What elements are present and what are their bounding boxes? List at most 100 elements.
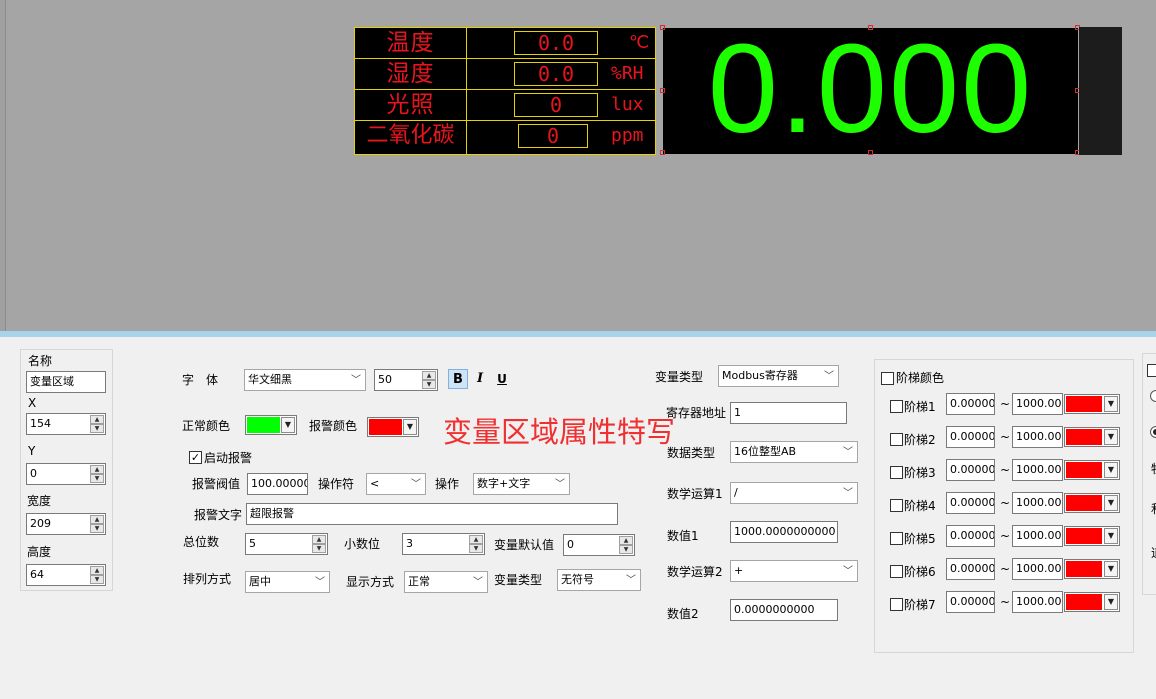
alarm-color-picker[interactable]: ▼ bbox=[367, 417, 419, 437]
resize-handle[interactable] bbox=[868, 150, 873, 155]
normal-color-picker[interactable]: ▼ bbox=[245, 415, 297, 435]
value2-field[interactable]: 0.0000000000 bbox=[730, 599, 838, 621]
display-mode-select[interactable]: 正常 ﹀ bbox=[404, 571, 488, 593]
width-spinbox[interactable]: 209 ▲ ▼ bbox=[26, 513, 106, 535]
ladder-from-field[interactable]: 0.00000 bbox=[946, 393, 995, 415]
ladder-row-checkbox[interactable] bbox=[890, 565, 903, 578]
dropdown-arrow-icon[interactable]: ▼ bbox=[1104, 396, 1118, 412]
spin-down-icon[interactable]: ▼ bbox=[90, 424, 104, 433]
sensor-unit: ppm bbox=[611, 125, 644, 146]
spin-up-icon[interactable]: ▲ bbox=[90, 566, 104, 575]
operator-select[interactable]: < ﹀ bbox=[366, 473, 426, 495]
bold-button[interactable]: B bbox=[448, 369, 468, 389]
spin-up-icon[interactable]: ▲ bbox=[619, 536, 633, 545]
sensor-value: 0 bbox=[514, 93, 598, 117]
default-value-spinbox[interactable]: 0 ▲ ▼ bbox=[563, 534, 635, 556]
underline-button[interactable]: U bbox=[492, 369, 512, 389]
spin-up-icon[interactable]: ▲ bbox=[90, 415, 104, 424]
ladder-row-checkbox[interactable] bbox=[890, 499, 903, 512]
dropdown-arrow-icon[interactable]: ▼ bbox=[1104, 429, 1118, 445]
ladder-to-field[interactable]: 1000.000 bbox=[1012, 591, 1063, 613]
spin-up-icon[interactable]: ▲ bbox=[422, 371, 436, 380]
spin-down-icon[interactable]: ▼ bbox=[619, 545, 633, 554]
spin-up-icon[interactable]: ▲ bbox=[90, 515, 104, 524]
dropdown-arrow-icon[interactable]: ▼ bbox=[281, 417, 295, 433]
ladder-tilde: ~ bbox=[1000, 496, 1011, 510]
ladder-from-field[interactable]: 0.00000 bbox=[946, 591, 995, 613]
ladder-from-field[interactable]: 0.00000 bbox=[946, 492, 995, 514]
resize-handle[interactable] bbox=[660, 88, 665, 93]
total-digits-spinbox[interactable]: 5 ▲ ▼ bbox=[245, 533, 328, 555]
spin-down-icon[interactable]: ▼ bbox=[469, 544, 483, 553]
register-address-field[interactable]: 1 bbox=[730, 402, 847, 424]
radio-option-2[interactable] bbox=[1150, 426, 1156, 438]
dropdown-arrow-icon[interactable]: ▼ bbox=[1104, 561, 1118, 577]
ladder-color-picker[interactable]: ▼ bbox=[1064, 526, 1120, 546]
ladder-row-checkbox[interactable] bbox=[890, 400, 903, 413]
math2-select[interactable]: + ﹀ bbox=[730, 560, 858, 582]
ladder-row-checkbox[interactable] bbox=[890, 466, 903, 479]
dropdown-arrow-icon[interactable]: ▼ bbox=[1104, 495, 1118, 511]
ladder-color-picker[interactable]: ▼ bbox=[1064, 394, 1120, 414]
dropdown-arrow-icon[interactable]: ▼ bbox=[403, 419, 417, 435]
ladder-row-label: 阶梯3 bbox=[904, 466, 936, 480]
ladder-to-field[interactable]: 1000.000 bbox=[1012, 558, 1063, 580]
enable-alarm-checkbox[interactable]: ✓ bbox=[189, 451, 202, 464]
design-canvas[interactable]: 温度 0.0 ℃ 湿度 0.0 %RH 光照 0 lux 二氧化碳 0 ppm … bbox=[0, 0, 1156, 331]
resize-handle[interactable] bbox=[660, 25, 665, 30]
alarm-threshold-field[interactable]: 100.000000 bbox=[247, 473, 308, 495]
font-size-spinbox[interactable]: 50 ▲ ▼ bbox=[374, 369, 438, 391]
name-field[interactable]: 变量区域 bbox=[26, 371, 106, 393]
ladder-to-field[interactable]: 1000.000 bbox=[1012, 393, 1063, 415]
adjacent-widget[interactable] bbox=[1079, 27, 1122, 155]
ladder-color-picker[interactable]: ▼ bbox=[1064, 493, 1120, 513]
y-spinbox[interactable]: 0 ▲ ▼ bbox=[26, 463, 106, 485]
ladder-row-checkbox[interactable] bbox=[890, 532, 903, 545]
dropdown-arrow-icon[interactable]: ▼ bbox=[1104, 528, 1118, 544]
dropdown-arrow-icon[interactable]: ▼ bbox=[1104, 594, 1118, 610]
sensor-table-widget[interactable]: 温度 0.0 ℃ 湿度 0.0 %RH 光照 0 lux 二氧化碳 0 ppm bbox=[354, 27, 656, 155]
dropdown-arrow-icon[interactable]: ▼ bbox=[1104, 462, 1118, 478]
spin-down-icon[interactable]: ▼ bbox=[422, 380, 436, 389]
ladder-color-picker[interactable]: ▼ bbox=[1064, 559, 1120, 579]
action-select[interactable]: 数字+文字 ﹀ bbox=[473, 473, 570, 495]
spin-up-icon[interactable]: ▲ bbox=[312, 535, 326, 544]
ladder-row-checkbox[interactable] bbox=[890, 598, 903, 611]
spin-down-icon[interactable]: ▼ bbox=[90, 524, 104, 533]
font-family-select[interactable]: 华文细黑 ﹀ bbox=[244, 369, 366, 391]
ladder-to-field[interactable]: 1000.000 bbox=[1012, 492, 1063, 514]
math1-select[interactable]: / ﹀ bbox=[730, 482, 858, 504]
spin-down-icon[interactable]: ▼ bbox=[90, 474, 104, 483]
ladder-from-field[interactable]: 0.00000 bbox=[946, 459, 995, 481]
value1-field[interactable]: 1000.0000000000 bbox=[730, 521, 838, 543]
align-select[interactable]: 居中 ﹀ bbox=[245, 571, 330, 593]
var-sign-select[interactable]: 无符号 ﹀ bbox=[557, 569, 641, 591]
variable-area-widget[interactable]: 0.000 bbox=[660, 25, 1080, 155]
ladder-color-picker[interactable]: ▼ bbox=[1064, 460, 1120, 480]
resize-handle[interactable] bbox=[868, 25, 873, 30]
ladder-to-field[interactable]: 1000.000 bbox=[1012, 525, 1063, 547]
resize-handle[interactable] bbox=[660, 150, 665, 155]
spin-up-icon[interactable]: ▲ bbox=[469, 535, 483, 544]
ladder-to-field[interactable]: 1000.000 bbox=[1012, 459, 1063, 481]
decimals-spinbox[interactable]: 3 ▲ ▼ bbox=[402, 533, 485, 555]
x-spinbox[interactable]: 154 ▲ ▼ bbox=[26, 413, 106, 435]
height-spinbox[interactable]: 64 ▲ ▼ bbox=[26, 564, 106, 586]
ladder-row-checkbox[interactable] bbox=[890, 433, 903, 446]
italic-button[interactable]: I bbox=[470, 369, 490, 389]
ladder-from-field[interactable]: 0.00000 bbox=[946, 525, 995, 547]
spin-down-icon[interactable]: ▼ bbox=[90, 575, 104, 584]
spin-up-icon[interactable]: ▲ bbox=[90, 465, 104, 474]
extra-checkbox[interactable] bbox=[1147, 364, 1156, 377]
alarm-text-field[interactable]: 超限报警 bbox=[246, 503, 618, 525]
var-type-select[interactable]: Modbus寄存器 ﹀ bbox=[718, 365, 839, 387]
ladder-from-field[interactable]: 0.00000 bbox=[946, 426, 995, 448]
spin-down-icon[interactable]: ▼ bbox=[312, 544, 326, 553]
data-type-select[interactable]: 16位整型AB ﹀ bbox=[730, 441, 858, 463]
radio-option-1[interactable] bbox=[1150, 390, 1156, 402]
ladder-from-field[interactable]: 0.00000 bbox=[946, 558, 995, 580]
ladder-color-checkbox[interactable] bbox=[881, 372, 894, 385]
ladder-color-picker[interactable]: ▼ bbox=[1064, 427, 1120, 447]
ladder-to-field[interactable]: 1000.000 bbox=[1012, 426, 1063, 448]
ladder-color-picker[interactable]: ▼ bbox=[1064, 592, 1120, 612]
